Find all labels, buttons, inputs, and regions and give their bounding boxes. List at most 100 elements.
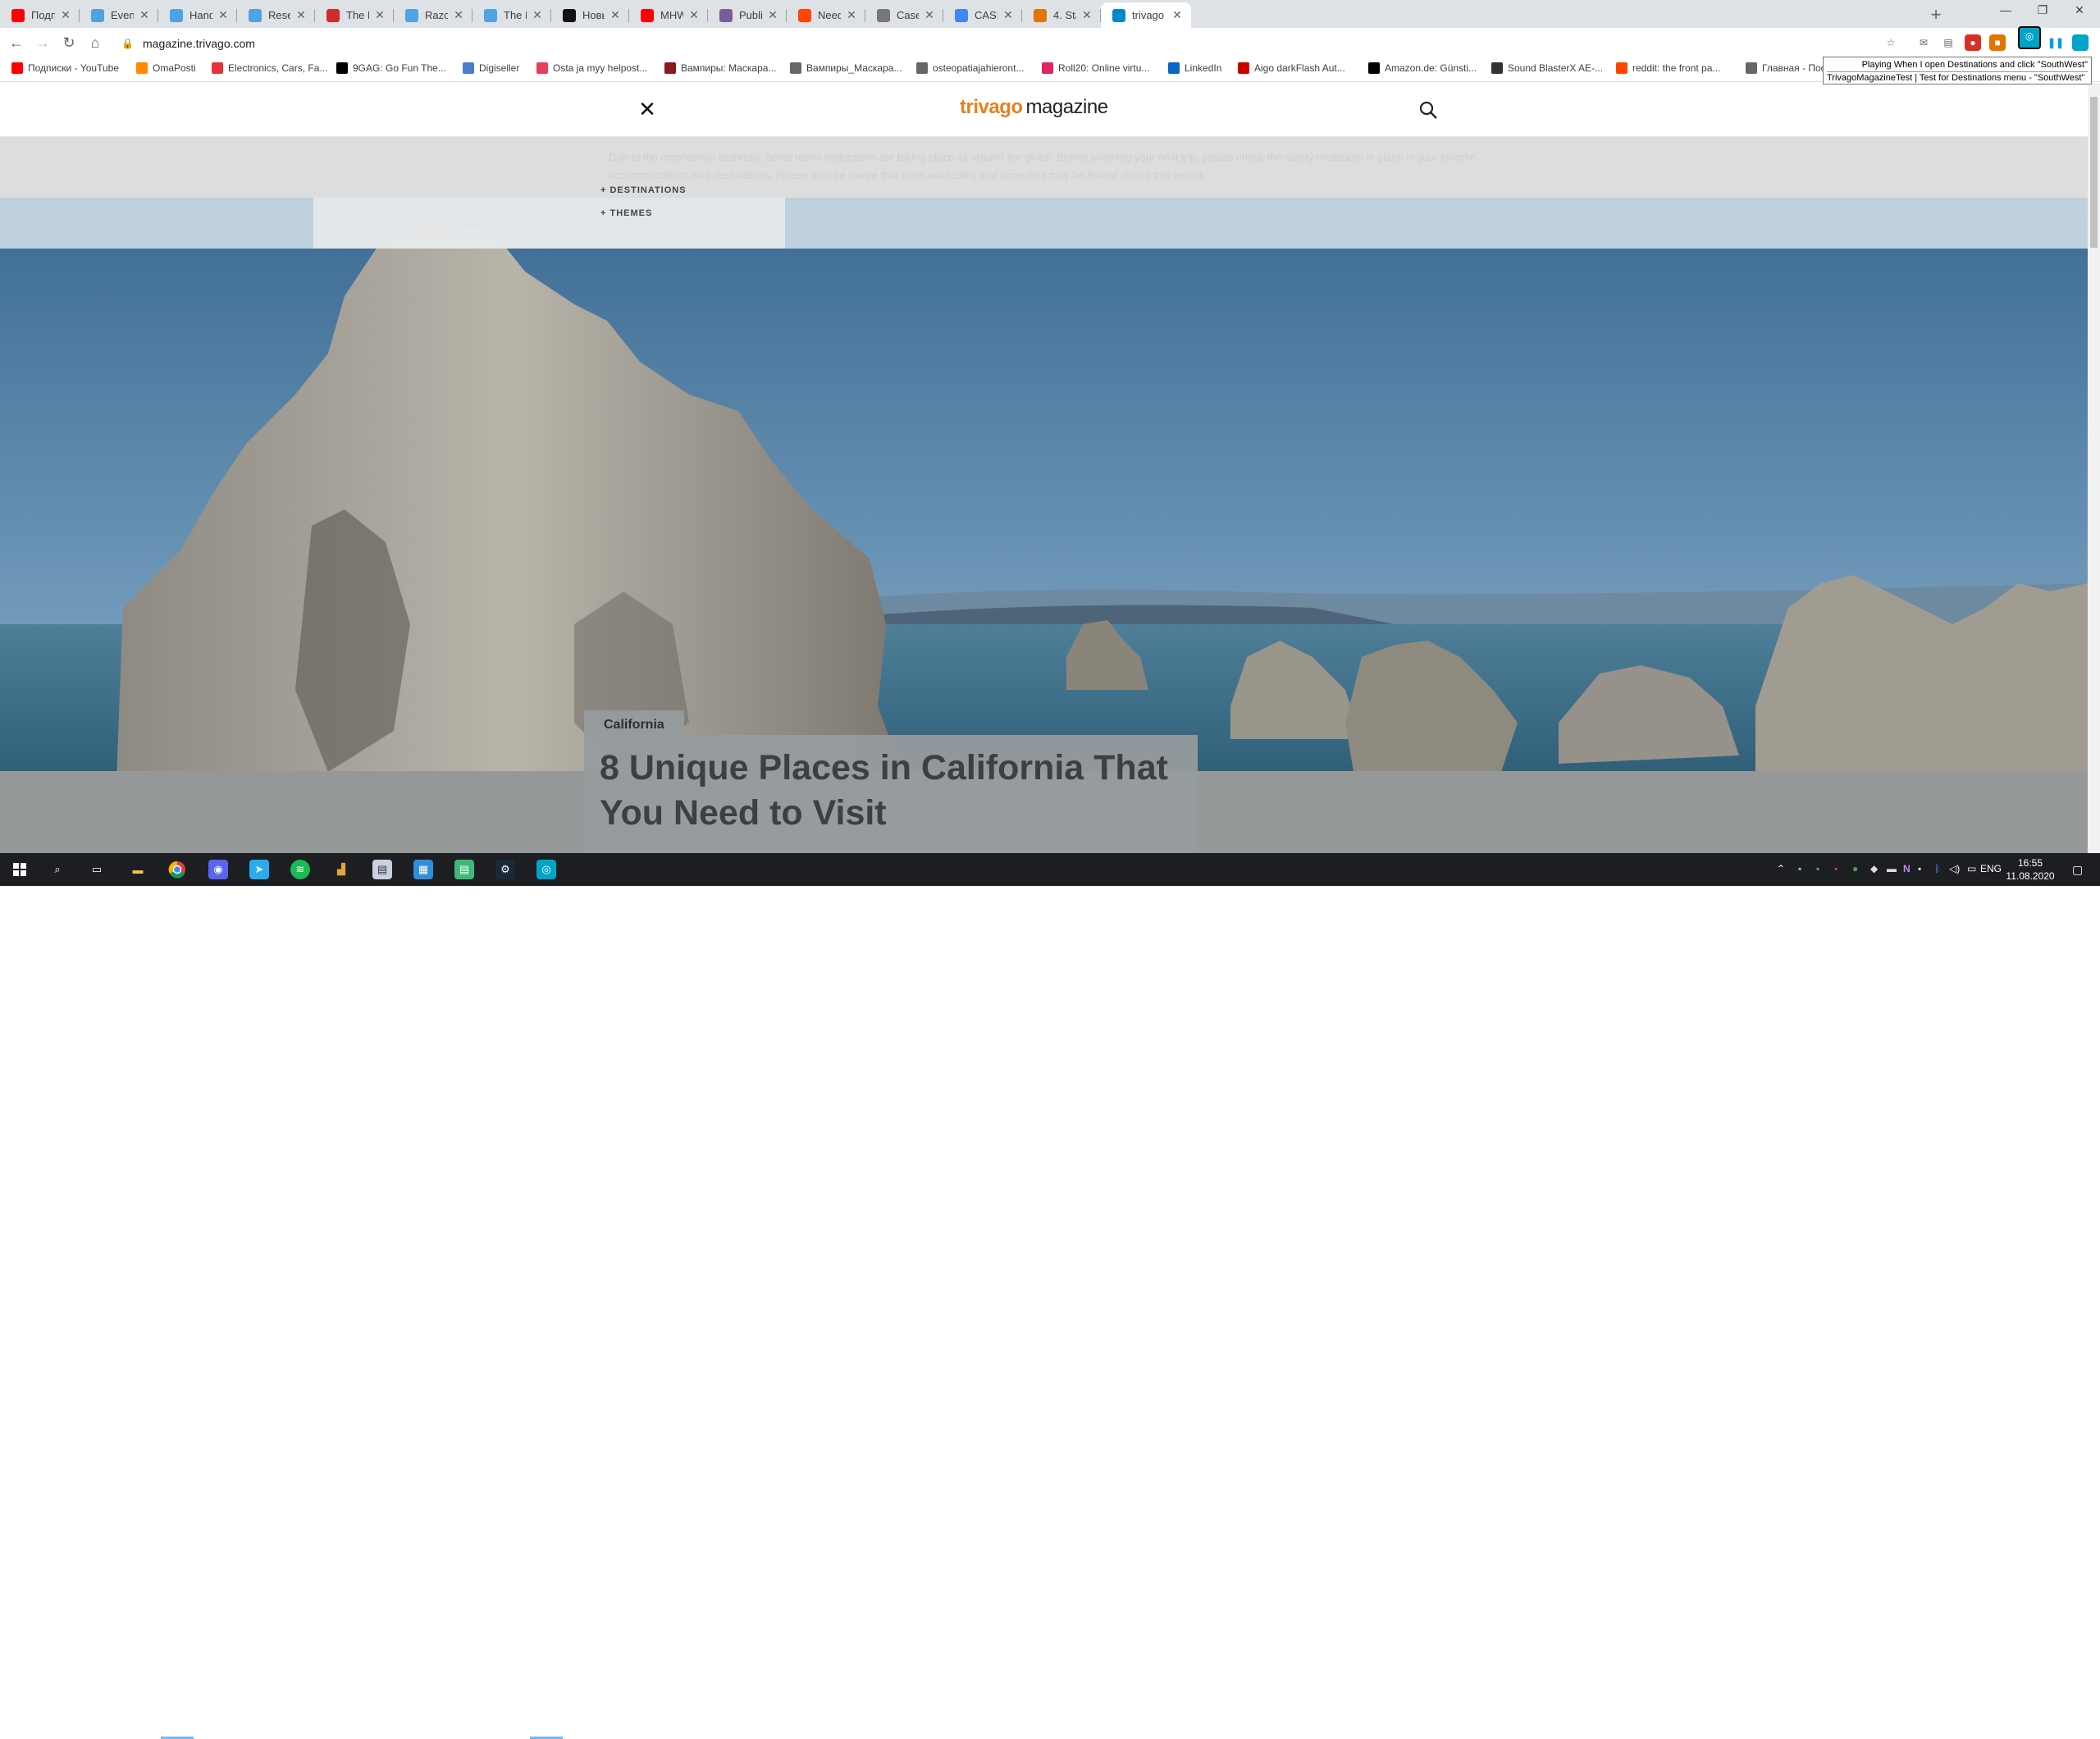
trivago-magazine-logo[interactable]: trivago magazine <box>960 96 1108 119</box>
bookmark-item[interactable]: Aigo darkFlash Aut... <box>1238 62 1345 74</box>
tab-close-icon[interactable]: ✕ <box>217 8 229 22</box>
chart-app-icon[interactable]: ▟ <box>331 860 351 879</box>
stop-icon[interactable] <box>2072 34 2089 51</box>
tray-app-icon-2[interactable]: ▪ <box>1816 863 1819 874</box>
tab-close-icon[interactable]: ✕ <box>374 8 386 22</box>
scrollbar-thumb[interactable] <box>2090 97 2098 248</box>
article-category[interactable]: California <box>584 710 684 737</box>
steam-icon[interactable]: ⚙ <box>495 860 515 879</box>
tray-expand-icon[interactable]: ⌃ <box>1777 863 1785 874</box>
mail-extension-icon[interactable]: ✉ <box>1915 34 1932 51</box>
browser-tab[interactable]: Case_Study_-QA ✕ <box>865 2 943 28</box>
document-app-icon[interactable]: ▤ <box>372 860 392 879</box>
bookmark-item[interactable]: LinkedIn <box>1168 62 1221 74</box>
tab-close-icon[interactable]: ✕ <box>1171 8 1183 22</box>
browser-tab[interactable]: Новый накал ма ✕ <box>551 2 629 28</box>
reload-icon[interactable]: ↻ <box>59 33 79 52</box>
article-title[interactable]: 8 Unique Places in California That You N… <box>600 746 1190 836</box>
bookmark-item[interactable]: Sound BlasterX AE-... <box>1491 62 1603 74</box>
forward-icon[interactable]: → <box>33 33 52 52</box>
bookmark-star-icon[interactable]: ☆ <box>1883 34 1899 51</box>
new-tab-button[interactable]: + <box>1924 4 1947 27</box>
tab-close-icon[interactable]: ✕ <box>767 8 778 22</box>
minimize-icon[interactable]: — <box>1989 3 2022 16</box>
notifications-icon[interactable]: ▢ <box>2072 863 2083 877</box>
tab-close-icon[interactable]: ✕ <box>688 8 700 22</box>
browser-tab[interactable]: The Best Weapon ✕ <box>315 2 394 28</box>
browser-tab[interactable]: The Purr-fect Ro ✕ <box>472 2 551 28</box>
search-taskbar-icon[interactable]: ⌕ <box>48 860 67 879</box>
tray-app-icon-6[interactable]: ▬ <box>1887 863 1897 874</box>
browser-tab[interactable]: 4. Start Test Reco ✕ <box>1022 2 1101 28</box>
browser-tab[interactable]: Event Quests List ✕ <box>80 2 158 28</box>
bookmark-item[interactable]: Подписки - YouTube <box>11 62 119 74</box>
windows-start-icon[interactable] <box>10 860 30 879</box>
address-bar[interactable]: 🔒 magazine.trivago.com <box>115 32 1903 55</box>
browser-tab[interactable]: Подписки - YouTube ✕ <box>0 2 80 28</box>
menu-themes[interactable]: + THEMES <box>600 208 652 218</box>
tab-close-icon[interactable]: ✕ <box>924 8 935 22</box>
tray-app-icon-7[interactable]: ▪ <box>1918 863 1921 874</box>
browser-tab[interactable]: Handicraft Charm ✕ <box>158 2 237 28</box>
tray-app-icon-1[interactable]: ▪ <box>1798 863 1801 874</box>
pause-icon[interactable]: ❚❚ <box>2048 34 2064 51</box>
tab-close-icon[interactable]: ✕ <box>139 8 150 22</box>
bookmark-item[interactable]: Главная - Пос <box>1746 62 1826 74</box>
search-icon[interactable] <box>1418 99 1439 121</box>
bookmark-item[interactable]: Amazon.de: Günsti... <box>1368 62 1477 74</box>
tab-close-icon[interactable]: ✕ <box>1081 8 1093 22</box>
restore-icon[interactable]: ❐ <box>2026 3 2059 17</box>
telegram-icon[interactable]: ➤ <box>249 860 269 879</box>
tray-app-icon-5[interactable]: ◆ <box>1870 863 1878 874</box>
katalon-taskbar-icon[interactable]: ◎ <box>536 860 556 879</box>
language-indicator[interactable]: ENG <box>1980 863 2002 874</box>
bookmark-item[interactable]: Osta ja myy helpost... <box>536 62 647 74</box>
bookmark-item[interactable]: Roll20: Online virtu... <box>1042 62 1149 74</box>
browser-tab[interactable]: CASE STUDY – C ✕ <box>943 2 1022 28</box>
file-explorer-icon[interactable]: ▬ <box>128 860 148 879</box>
tab-close-icon[interactable]: ✕ <box>532 8 543 22</box>
browser-tab[interactable]: Razor Sharp Chan ✕ <box>394 2 472 28</box>
home-icon[interactable]: ⌂ <box>85 33 105 52</box>
discord-icon[interactable]: ◉ <box>208 860 228 879</box>
tab-close-icon[interactable]: ✕ <box>609 8 621 22</box>
tab-close-icon[interactable]: ✕ <box>846 8 857 22</box>
taskbar-clock[interactable]: 16:55 11.08.2020 <box>2002 856 2059 883</box>
bookmark-item[interactable]: reddit: the front pa... <box>1616 62 1720 74</box>
back-icon[interactable]: ← <box>7 33 26 52</box>
tab-close-icon[interactable]: ✕ <box>1002 8 1014 22</box>
task-view-icon[interactable]: ▭ <box>87 860 107 879</box>
katalon-recorder-icon[interactable]: ◎ <box>2018 26 2041 49</box>
tab-close-icon[interactable]: ✕ <box>60 8 71 22</box>
network-icon[interactable]: ▭ <box>1967 863 1976 874</box>
bookmark-item[interactable]: osteopatiajahieront... <box>916 62 1024 74</box>
notes-app-icon[interactable]: ▤ <box>454 860 474 879</box>
browser-tab[interactable]: MHW Iceborne - ✕ <box>629 2 708 28</box>
spotify-icon[interactable]: ≋ <box>290 860 310 879</box>
menu-destinations[interactable]: + DESTINATIONS <box>600 185 687 195</box>
onenote-tray-icon[interactable]: N <box>1903 863 1911 874</box>
adblock-extension-icon[interactable]: ● <box>1965 34 1981 51</box>
chrome-icon[interactable] <box>167 860 187 879</box>
bookmark-item[interactable]: Electronics, Cars, Fa... <box>212 62 327 74</box>
tray-app-icon-3[interactable]: ▪ <box>1834 863 1838 874</box>
bookmark-item[interactable]: Digiseller <box>463 62 519 74</box>
browser-tab[interactable]: Research Commis ✕ <box>237 2 315 28</box>
extension-icon[interactable]: ▤ <box>1940 34 1956 51</box>
bluetooth-icon[interactable]: ᛒ <box>1934 863 1940 874</box>
close-window-icon[interactable]: ✕ <box>2063 3 2096 17</box>
bookmark-item[interactable]: OmaPosti <box>136 62 196 74</box>
network-app-icon[interactable]: ▦ <box>413 860 433 879</box>
bookmark-item[interactable]: 9GAG: Go Fun The... <box>336 62 446 74</box>
browser-tab[interactable]: Need help with a ✕ <box>787 2 865 28</box>
bookmark-item[interactable]: Вампиры_Маскара... <box>790 62 902 74</box>
browser-tab[interactable]: trivago Magazine ✕ <box>1101 2 1191 28</box>
extension-icon-2[interactable]: ■ <box>1989 34 2006 51</box>
close-menu-icon[interactable]: ✕ <box>637 98 658 121</box>
tab-close-icon[interactable]: ✕ <box>295 8 307 22</box>
tab-close-icon[interactable]: ✕ <box>453 8 464 22</box>
bookmark-item[interactable]: Вампиры: Маскара... <box>664 62 776 74</box>
browser-tab[interactable]: Public Profile Se ✕ <box>708 2 787 28</box>
volume-icon[interactable]: ◁) <box>1949 863 1960 874</box>
tray-app-icon-4[interactable]: ● <box>1852 863 1858 874</box>
